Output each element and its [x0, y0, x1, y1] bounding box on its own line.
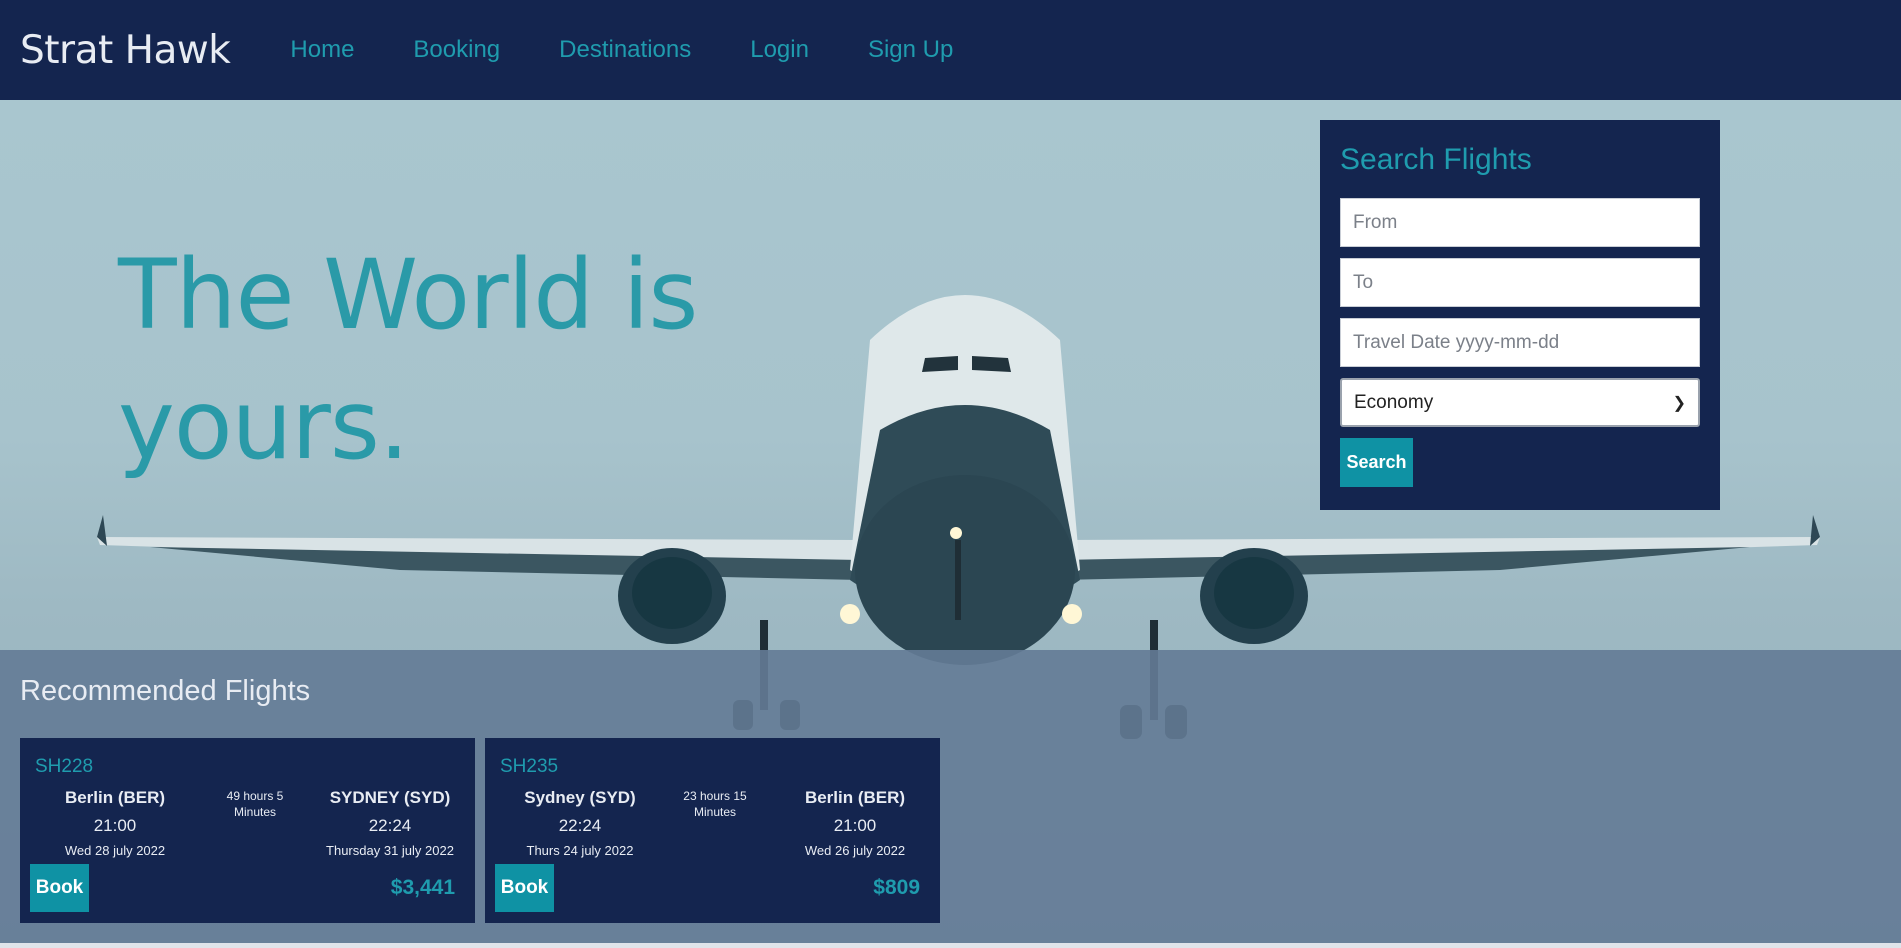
- navbar: Strat Hawk Home Booking Destinations Log…: [0, 0, 1901, 100]
- flight-departure: Sydney (SYD) 22:24 Thurs 24 july 2022: [505, 788, 655, 858]
- nav-booking[interactable]: Booking: [413, 36, 500, 64]
- nav-home[interactable]: Home: [290, 36, 354, 64]
- departure-time: 21:00: [93, 816, 137, 835]
- class-select-value: Economy: [1354, 391, 1434, 413]
- hero-headline: The World is yours.: [118, 230, 718, 490]
- class-select[interactable]: Economy ❯: [1340, 378, 1700, 427]
- flight-code: SH235: [500, 756, 559, 777]
- arrival-time: 22:24: [368, 816, 412, 835]
- duration-line1: 49 hours 5: [226, 789, 284, 803]
- arrival-time: 21:00: [833, 816, 877, 835]
- arrival-date: Thursday 31 july 2022: [326, 843, 454, 858]
- flight-price: $809: [873, 876, 920, 899]
- chevron-down-icon: ❯: [1672, 394, 1686, 412]
- nav-login[interactable]: Login: [750, 36, 809, 64]
- departure-date: Thurs 24 july 2022: [526, 843, 634, 858]
- departure-city: Sydney (SYD): [524, 788, 636, 807]
- flight-arrival: SYDNEY (SYD) 22:24 Thursday 31 july 2022: [310, 788, 470, 858]
- book-button[interactable]: Book: [30, 864, 89, 912]
- departure-date: Wed 28 july 2022: [64, 843, 166, 858]
- search-title: Search Flights: [1340, 143, 1532, 176]
- hero-section: The World is yours. Search Flights From …: [0, 100, 1901, 943]
- recommended-flights-section: Recommended Flights SH228 Berlin (BER) 2…: [0, 650, 1901, 943]
- hero-headline-line2: yours.: [118, 369, 409, 481]
- flight-card: SH228 Berlin (BER) 21:00 Wed 28 july 202…: [20, 738, 475, 923]
- search-flights-panel: Search Flights From To Travel Date yyyy-…: [1320, 120, 1720, 510]
- nav-destinations[interactable]: Destinations: [559, 36, 691, 64]
- arrival-city: SYDNEY (SYD): [329, 788, 451, 807]
- recommended-title: Recommended Flights: [20, 675, 311, 707]
- to-field[interactable]: To: [1340, 258, 1700, 307]
- arrival-city: Berlin (BER): [804, 788, 906, 807]
- flight-departure: Berlin (BER) 21:00 Wed 28 july 2022: [40, 788, 190, 858]
- flight-code: SH228: [35, 756, 94, 777]
- nav-signup[interactable]: Sign Up: [868, 36, 953, 64]
- travel-date-field[interactable]: Travel Date yyyy-mm-dd: [1340, 318, 1700, 367]
- flight-card: SH235 Sydney (SYD) 22:24 Thurs 24 july 2…: [485, 738, 940, 923]
- search-button[interactable]: Search: [1340, 438, 1413, 487]
- flight-duration: 23 hours 15 Minutes: [665, 788, 765, 820]
- flight-price: $3,441: [390, 876, 455, 899]
- page-bottom-divider: [0, 943, 1901, 948]
- from-field[interactable]: From: [1340, 198, 1700, 247]
- book-button[interactable]: Book: [495, 864, 554, 912]
- duration-line2: Minutes: [693, 805, 737, 819]
- flight-arrival: Berlin (BER) 21:00 Wed 26 july 2022: [775, 788, 935, 858]
- brand-logo[interactable]: Strat Hawk: [20, 28, 231, 73]
- hero-headline-line1: The World is: [118, 239, 698, 351]
- flight-duration: 49 hours 5 Minutes: [210, 788, 300, 820]
- duration-line1: 23 hours 15: [683, 789, 747, 803]
- arrival-date: Wed 26 july 2022: [804, 843, 906, 858]
- departure-city: Berlin (BER): [64, 788, 166, 807]
- departure-time: 22:24: [558, 816, 602, 835]
- duration-line2: Minutes: [233, 805, 277, 819]
